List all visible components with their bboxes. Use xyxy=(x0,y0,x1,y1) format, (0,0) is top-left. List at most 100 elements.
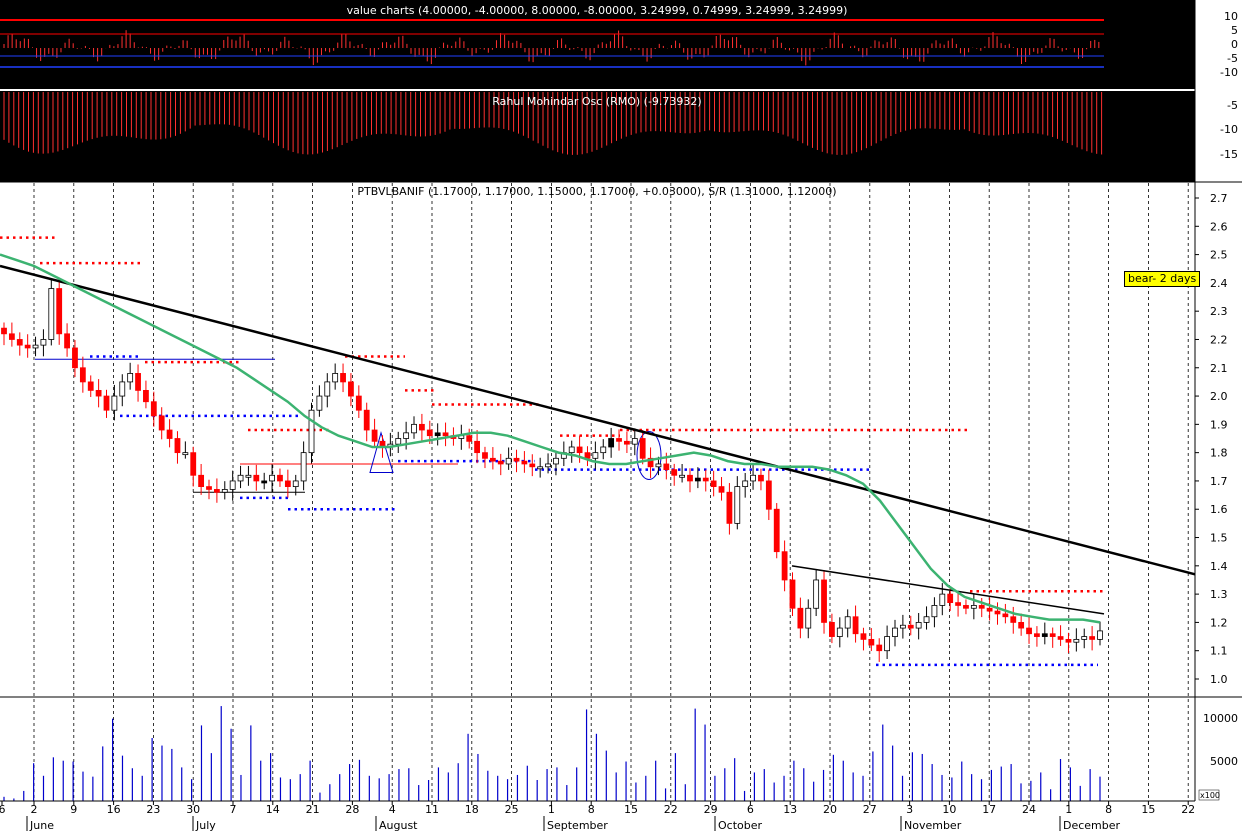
rmo-title: Rahul Mohindar Osc (RMO) (-9.73932) xyxy=(492,95,701,108)
candle-body xyxy=(16,339,23,346)
candle-body xyxy=(1002,613,1009,618)
candle-body xyxy=(639,438,646,459)
candle-body xyxy=(1026,627,1032,635)
candle-body xyxy=(868,638,875,646)
candle-body xyxy=(324,381,331,397)
candle-body xyxy=(545,463,551,468)
technical-chart: value charts (4.00000, -4.00000, 8.00000… xyxy=(0,0,1242,831)
candle-body xyxy=(931,605,938,618)
value-tick: -10 xyxy=(1220,66,1238,79)
candle-body xyxy=(182,452,189,456)
candle-body xyxy=(103,395,110,411)
candle-body xyxy=(292,480,299,487)
candle-body xyxy=(119,381,126,397)
x-month-label: September xyxy=(547,819,608,831)
candle-body xyxy=(537,466,544,470)
candle-body xyxy=(907,624,914,629)
signal-badge: bear- 2 days xyxy=(1124,271,1201,287)
candle-body xyxy=(245,474,252,478)
candle-body xyxy=(497,460,504,465)
candle-body xyxy=(332,373,339,383)
candle-body xyxy=(829,622,835,637)
candle-body xyxy=(64,333,70,349)
candle-body xyxy=(1057,636,1064,640)
price-tick: 1.7 xyxy=(1210,475,1228,488)
candle-body xyxy=(694,477,701,482)
price-tick: 1.8 xyxy=(1210,447,1228,460)
candle-body xyxy=(1089,636,1096,640)
volume-tick: 5000 xyxy=(1210,755,1238,768)
candle-body xyxy=(876,644,883,652)
candle-body xyxy=(892,627,898,637)
candle-body xyxy=(474,440,480,454)
candle-body xyxy=(655,463,662,468)
candle-body xyxy=(797,607,804,629)
candle-body xyxy=(253,474,260,482)
price-tick: 2.5 xyxy=(1210,249,1228,262)
candle-body xyxy=(955,602,961,606)
price-tick: 1.1 xyxy=(1210,645,1228,658)
value-tick: 0 xyxy=(1231,38,1238,51)
candle-body xyxy=(750,474,756,482)
candle-body xyxy=(521,460,528,465)
candle-body xyxy=(174,438,181,454)
candle-body xyxy=(592,452,599,459)
rmo-tick: -10 xyxy=(1220,123,1238,136)
candle-body xyxy=(553,457,559,465)
x-month-label: October xyxy=(718,819,762,831)
price-tick: 1.6 xyxy=(1210,503,1228,516)
x-month-label: June xyxy=(29,819,54,831)
candle-body xyxy=(773,508,780,553)
candle-body xyxy=(844,616,851,629)
candle-body xyxy=(970,605,977,609)
candle-body xyxy=(40,339,47,346)
candle-body xyxy=(56,288,63,335)
candle-body xyxy=(568,446,575,454)
price-tick: 1.3 xyxy=(1210,588,1228,601)
candle-body xyxy=(1,327,7,335)
x-day-label: 6 xyxy=(0,803,6,816)
candle-body xyxy=(1034,633,1040,637)
price-tick: 1.5 xyxy=(1210,532,1228,545)
candle-body xyxy=(466,435,473,442)
candle-body xyxy=(190,452,197,476)
candle-body xyxy=(1049,633,1056,637)
price-tick: 2.7 xyxy=(1210,192,1228,205)
candle-body xyxy=(899,624,906,629)
value-tick: -5 xyxy=(1227,52,1238,65)
candle-body xyxy=(718,486,725,493)
price-y-axis: 2.7 2.6 2.5 2.4 2.3 2.2 2.1 2.0 1.9 1.8 1.7 1.6 1.5 1… xyxy=(1195,192,1228,686)
value-tick: 10 xyxy=(1224,10,1238,23)
value-tick: 5 xyxy=(1231,24,1238,37)
x-month-label: August xyxy=(379,819,418,831)
candle-body xyxy=(1065,638,1072,643)
candle-body xyxy=(513,457,520,462)
candle-body xyxy=(284,480,291,487)
price-title: PTBVLBANIF (1.17000, 1.17000, 1.15000, 1… xyxy=(357,185,836,198)
candle-body xyxy=(813,579,820,609)
price-tick: 1.4 xyxy=(1210,560,1228,573)
candle-body xyxy=(111,395,118,411)
rmo-tick: -5 xyxy=(1227,99,1238,112)
volume-multiplier: x100 xyxy=(1200,791,1220,800)
x-month-label: November xyxy=(904,819,962,831)
candle-body xyxy=(789,579,796,609)
candle-body xyxy=(127,373,134,383)
chart-stage: value charts (4.00000, -4.00000, 8.00000… xyxy=(0,0,1242,831)
candle-body xyxy=(300,452,307,482)
candle-body xyxy=(261,480,268,484)
candle-body xyxy=(237,474,244,482)
candle-body xyxy=(616,438,622,442)
candle-body xyxy=(986,607,993,612)
candle-body xyxy=(1073,638,1080,643)
candle-body xyxy=(852,616,859,635)
candle-body xyxy=(32,344,39,349)
candle-body xyxy=(150,401,157,417)
candle-body xyxy=(221,489,228,493)
price-tick: 1.9 xyxy=(1210,418,1228,431)
candle-body xyxy=(726,491,733,524)
candle-body xyxy=(963,605,969,609)
candle-body xyxy=(671,469,678,476)
candle-body xyxy=(1018,622,1025,629)
value-charts-title: value charts (4.00000, -4.00000, 8.00000… xyxy=(347,4,848,17)
